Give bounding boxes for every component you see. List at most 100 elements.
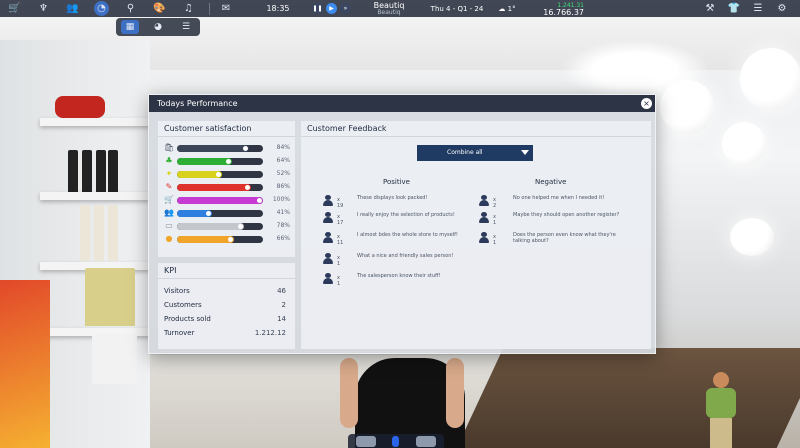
stats-icon[interactable]: ◔ (94, 1, 109, 16)
clock: 18:35 (266, 4, 290, 13)
product (68, 150, 78, 192)
customer-avatar-icon (479, 232, 489, 243)
satisfaction-knob (257, 198, 262, 203)
product (94, 205, 104, 261)
feedback-text: Maybe they should open another register? (513, 212, 620, 218)
satisfaction-percent: 52% (276, 170, 290, 177)
feedback-count: x 1 (337, 275, 341, 287)
customer-avatar-icon (479, 195, 489, 206)
satisfaction-row: 👥 41% (164, 208, 290, 218)
customer-avatar-icon (479, 212, 489, 223)
satisfaction-bar (177, 171, 263, 178)
satisfaction-title: Customer satisfaction (158, 121, 295, 137)
dock-slot[interactable] (392, 435, 400, 447)
hammer-icon[interactable]: ⚒ (698, 0, 722, 17)
hud-right-icons: ⚒ 👕 ☰ ⚙ (698, 0, 794, 17)
pendant-lamp (660, 80, 714, 134)
negative-heading: Negative (535, 178, 567, 186)
list-tab[interactable]: ☰ (177, 20, 195, 34)
dropdown-value: Combine all (447, 149, 483, 156)
weather-display: ☁ 1° (498, 4, 516, 13)
top-hud: 🛒 ♆ 👥 ◔ ⚲ 🎨 ♫ ✉ 18:35 ❚❚ ▶ » Beautiq Bea… (0, 0, 800, 17)
satisfaction-bar (177, 184, 263, 191)
satisfaction-bar (177, 210, 263, 217)
kpi-value: 1.212.12 (254, 329, 286, 337)
kpi-row: Turnover 1.212.12 (164, 327, 290, 340)
cart-icon[interactable]: 🛒 (0, 0, 29, 17)
satisfaction-fill (177, 158, 233, 165)
product (96, 150, 106, 192)
satisfaction-knob (244, 185, 250, 190)
satisfaction-percent: 100% (272, 196, 290, 203)
product (108, 205, 118, 261)
kpi-label: Turnover (164, 329, 195, 337)
feedback-count: x 17 (337, 214, 344, 226)
dock-slot[interactable] (415, 435, 436, 447)
gear-icon[interactable]: ⚙ (770, 0, 794, 17)
satisfaction-fill (177, 223, 245, 230)
satisfaction-fill (177, 184, 251, 191)
grid-tab[interactable]: ▦ (121, 20, 139, 34)
dock-slot[interactable] (356, 435, 377, 447)
satisfaction-percent: 66% (276, 235, 290, 242)
pendant-lamp (722, 122, 766, 166)
feedback-text: Does the person even know what they're t… (513, 232, 616, 244)
feedback-count: x 11 (337, 234, 344, 246)
player-arm (446, 358, 464, 428)
people-icon[interactable]: 👥 (58, 0, 87, 17)
feedback-count: x 1 (493, 234, 497, 246)
shelf (40, 118, 150, 126)
kpi-label: Products sold (164, 315, 211, 323)
store-subtitle: Beautiq (377, 8, 401, 16)
search-icon[interactable]: ⚲ (116, 0, 145, 17)
store-name: Beautiq Beautiq (354, 1, 424, 16)
satisfaction-fill (177, 236, 234, 243)
feedback-text: The salesperson know their stuff! (357, 273, 441, 279)
satisfaction-bar (177, 158, 263, 165)
mail-icon[interactable]: ✉ (216, 0, 236, 17)
feedback-count: x 2 (493, 197, 497, 209)
leaf-icon: ♣ (165, 156, 173, 165)
pie-tab[interactable]: ◕ (149, 20, 167, 34)
kpi-row: Customers 2 (164, 299, 290, 312)
player-arm (340, 358, 358, 428)
kpi-title: KPI (158, 263, 295, 279)
satisfaction-row: ✎ 86% (164, 182, 290, 192)
window-title: Todays Performance (149, 95, 655, 112)
positive-heading: Positive (383, 178, 410, 186)
product (80, 205, 90, 261)
tag-icon: ✎ (165, 182, 173, 191)
satisfaction-row: 🛒 100% (164, 195, 290, 205)
temperature: 1° (507, 4, 516, 13)
card-icon: ▭ (165, 221, 173, 230)
feedback-count: x 1 (337, 255, 341, 267)
pause-button[interactable]: ❚❚ (312, 3, 323, 14)
satisfaction-fill (177, 197, 263, 204)
bag-icon: 🛍 (164, 143, 175, 152)
kpi-row: Visitors 46 (164, 285, 290, 298)
play-button[interactable]: ▶ (326, 3, 337, 14)
product (108, 150, 118, 192)
customer-avatar-icon (323, 195, 333, 206)
close-button[interactable]: × (641, 98, 652, 109)
feedback-count: x 19 (337, 197, 344, 209)
music-icon[interactable]: ♫ (174, 0, 203, 17)
cart-icon: 🛒 (164, 195, 174, 204)
sliders-icon[interactable]: ☰ (746, 0, 770, 17)
satisfaction-knob (215, 172, 221, 177)
satisfaction-row: ✦ 52% (164, 169, 290, 179)
bonsai-icon[interactable]: ♆ (29, 0, 58, 17)
kpi-row: Products sold 14 (164, 313, 290, 326)
satisfaction-row: ▭ 78% (164, 221, 290, 231)
stair-railing (456, 348, 800, 448)
kpi-label: Customers (164, 301, 202, 309)
customer-npc (700, 372, 740, 448)
satisfaction-percent: 64% (276, 157, 290, 164)
fast-forward-button[interactable]: » (340, 3, 351, 14)
combine-dropdown[interactable]: Combine all (417, 145, 533, 161)
divider (209, 2, 210, 15)
shirt-icon[interactable]: 👕 (722, 0, 746, 17)
pendant-lamp (740, 48, 800, 110)
satisfaction-bar (177, 145, 263, 152)
palette-icon[interactable]: 🎨 (145, 0, 174, 17)
